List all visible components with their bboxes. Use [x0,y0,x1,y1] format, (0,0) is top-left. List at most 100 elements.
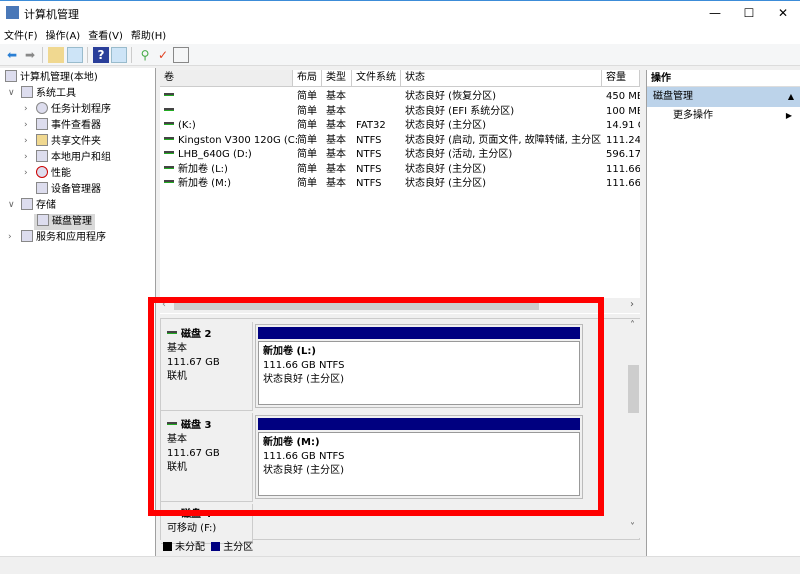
cell-fs: NTFS [356,134,382,146]
tree-item-system-tools[interactable]: 系统工具 [21,86,76,102]
column-volume[interactable]: 卷 [160,70,293,87]
maximize-button[interactable]: ☐ [732,1,766,25]
tree-item-disk-management[interactable]: 磁盘管理 [34,214,95,230]
connect-icon[interactable]: ⚲ [137,47,153,63]
actions-header: 操作 [647,70,800,87]
cell-layout: 简单 [297,91,317,102]
tree-item-performance[interactable]: 性能 [36,166,71,182]
tools-icon [21,86,33,98]
cell-name[interactable]: 新加卷 (M:) [164,177,297,191]
scroll-thumb[interactable] [628,365,639,413]
cell-name[interactable]: (K:) [164,119,297,133]
tree-item-task-scheduler[interactable]: 任务计划程序 [36,102,111,118]
cell-fs [356,90,401,104]
actions-pane: 操作 磁盘管理 ▲ 更多操作 ▶ [646,70,800,556]
cell-layout: 简单 [297,178,317,189]
show-hide-tree-icon[interactable] [67,47,83,63]
scroll-up-icon[interactable]: ˄ [630,320,635,331]
volume-icon [164,93,174,96]
tree-item-shared-folders[interactable]: 共享文件夹 [36,134,101,150]
expand-icon[interactable]: › [24,104,28,114]
cell-status: 状态良好 (主分区) [405,163,486,175]
cell-status: 状态良好 (恢复分区) [405,91,496,102]
cell-capacity: 111.66 [606,163,640,175]
tree-item-storage[interactable]: 存储 [21,198,56,214]
unallocated-swatch [163,542,172,551]
cell-capacity: 111.66 [606,178,640,189]
shared-folder-icon [36,134,48,146]
actions-section-disk-management[interactable]: 磁盘管理 ▲ [647,87,800,107]
cell-name[interactable] [164,105,297,119]
menu-help[interactable]: 帮助(H) [127,24,170,45]
volume-list: 卷 布局 类型 文件系统 状态 容量 简单 基本 状态良好 (恢复分区) 450 MB… [160,70,640,314]
scroll-down-icon[interactable]: ˅ [630,522,635,533]
volume-icon [164,107,174,111]
vertical-scrollbar[interactable]: ˄ ˅ [627,319,640,538]
forward-icon[interactable]: ➡ [22,47,38,63]
cell-layout: 简单 [297,105,317,117]
back-icon[interactable]: ⬅ [4,47,20,63]
help-icon[interactable]: ? [93,47,109,63]
event-viewer-icon [36,118,48,130]
close-button[interactable]: ✕ [766,1,800,25]
performance-icon [36,166,48,178]
cell-name[interactable]: LHB_640G (D:) [164,148,297,162]
cell-fs: NTFS [356,178,382,189]
computer-icon [5,70,17,82]
collapse-icon[interactable]: ∨ [8,88,15,98]
cell-status: 状态良好 (主分区) [405,120,486,131]
cell-type: 基本 [326,178,346,189]
scroll-right-icon[interactable]: › [630,299,634,310]
tree-item-device-manager[interactable]: 设备管理器 [36,182,101,198]
expand-icon[interactable]: › [24,120,28,130]
tree-item-local-users[interactable]: 本地用户和组 [36,150,111,166]
column-type[interactable]: 类型 [322,70,352,87]
menu-action[interactable]: 操作(A) [42,24,85,45]
cell-type: 基本 [326,120,346,131]
cell-name[interactable]: 新加卷 (L:) [164,163,297,177]
title-bar: 计算机管理 — ☐ ✕ [0,0,800,24]
menu-file[interactable]: 文件(F) [0,24,42,45]
cell-name[interactable] [164,90,297,104]
cell-layout: 简单 [297,120,317,131]
minimize-button[interactable]: — [698,1,732,25]
more-actions[interactable]: 更多操作 ▶ [647,107,800,125]
cell-layout: 简单 [297,163,317,175]
storage-icon [21,198,33,210]
cell-capacity: 596.17 [606,149,640,160]
cell-layout: 简单 [297,149,317,160]
cell-name[interactable]: Kingston V300 120G (C:) [164,134,297,148]
cell-status: 状态良好 (启动, 页面文件, 故障转储, 主分区) [405,134,602,146]
tree-item-services[interactable]: 服务和应用程序 [21,230,106,246]
cell-type: 基本 [326,91,346,102]
column-capacity[interactable]: 容量 [602,70,640,87]
computer-management-icon [6,6,19,19]
menu-view[interactable]: 查看(V) [84,24,127,45]
toolbar: ⬅ ➡ ? ⚲ ✓ [0,44,800,66]
expand-icon[interactable]: › [8,232,12,242]
collapse-icon[interactable]: ∨ [8,200,15,210]
highlight-annotation [148,297,604,516]
tree-item-event-viewer[interactable]: 事件查看器 [36,118,101,134]
volume-icon [164,122,174,125]
up-folder-icon[interactable] [48,47,64,63]
expand-icon[interactable]: › [24,136,28,146]
cell-status: 状态良好 (主分区) [405,178,486,189]
column-layout[interactable]: 布局 [293,70,322,87]
column-filesystem[interactable]: 文件系统 [352,70,401,87]
cell-type: 基本 [326,105,346,117]
primary-swatch [211,542,221,551]
cell-type: 基本 [326,163,346,175]
collapse-up-icon[interactable]: ▲ [788,87,794,107]
menu-bar: 文件(F) 操作(A) 查看(V) 帮助(H) [0,24,800,44]
check-icon[interactable]: ✓ [155,47,171,63]
expand-icon[interactable]: › [24,152,28,162]
column-status[interactable]: 状态 [401,70,602,87]
cell-type: 基本 [326,149,346,160]
navigation-tree: 计算机管理(本地) ∨ 系统工具 › 任务计划程序 › 事件查看器 › 共享文件… [0,68,156,556]
show-action-pane-icon[interactable] [111,47,127,63]
properties-icon[interactable] [173,47,189,63]
expand-icon[interactable]: › [24,168,28,178]
tree-item-root[interactable]: 计算机管理(本地) [5,70,98,86]
chevron-right-icon: ▶ [785,111,792,120]
